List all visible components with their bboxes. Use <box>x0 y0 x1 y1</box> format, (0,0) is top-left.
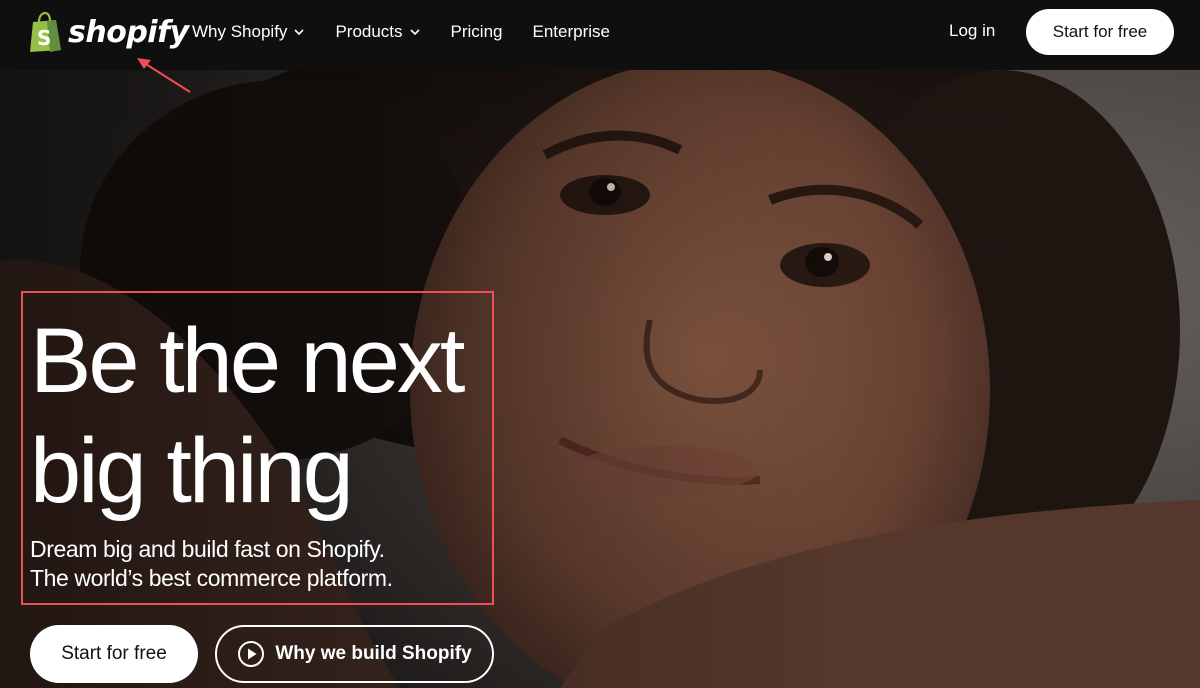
hero-section: Be the next big thing Dream big and buil… <box>0 70 1200 688</box>
nav-item-label: Pricing <box>450 22 503 41</box>
nav-item-pricing[interactable]: Pricing <box>451 22 503 42</box>
nav-item-products[interactable]: Products <box>335 22 420 42</box>
why-we-build-shopify-button[interactable]: Why we build Shopify <box>215 625 494 683</box>
annotation-highlight-box <box>21 291 494 605</box>
login-link[interactable]: Log in <box>949 21 995 41</box>
nav-item-label: Why Shopify <box>192 22 288 41</box>
nav-item-enterprise[interactable]: Enterprise <box>533 22 610 42</box>
shopping-bag-icon: S <box>30 12 61 52</box>
start-for-free-nav-button[interactable]: Start for free <box>1026 9 1174 55</box>
why-we-build-label: Why we build Shopify <box>275 643 472 664</box>
svg-text:S: S <box>37 26 51 50</box>
start-for-free-button[interactable]: Start for free <box>30 625 198 683</box>
logo-wordmark: shopify <box>68 14 189 50</box>
nav-item-label: Products <box>335 22 403 41</box>
chevron-down-icon <box>409 29 420 36</box>
nav-item-why-shopify[interactable]: Why Shopify <box>192 22 305 42</box>
play-icon <box>238 641 265 667</box>
shopify-logo[interactable]: S shopify <box>28 12 189 52</box>
nav-item-label: Enterprise <box>532 22 610 41</box>
annotation-arrow-icon <box>137 58 191 93</box>
chevron-down-icon <box>294 29 305 36</box>
nav-links: Why Shopify Products Pricing Enterprise <box>192 0 610 64</box>
